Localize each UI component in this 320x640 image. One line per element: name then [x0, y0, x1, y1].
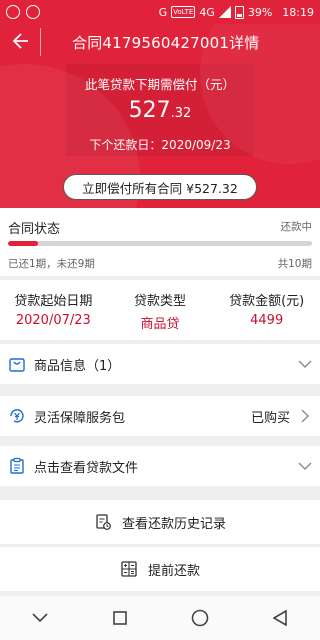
- volte-badge: VoLTE: [171, 6, 196, 18]
- early-repayment-label: 提前还款: [147, 563, 200, 579]
- square-icon: [113, 611, 127, 625]
- battery-percent: 39%: [247, 5, 273, 19]
- loan-info-label: 贷款金额(元): [229, 294, 305, 309]
- repayment-progress-bar: [8, 241, 312, 246]
- back-system-button[interactable]: [268, 606, 292, 630]
- service-package-row[interactable]: 灵活保障服务包 已购买: [0, 396, 320, 436]
- document-clock-icon: [96, 514, 111, 530]
- loan-documents-label: 点击查看贷款文件: [34, 460, 139, 476]
- hide-keyboard-button[interactable]: [28, 606, 52, 630]
- loan-start-date: 贷款起始日期 2020/07/23: [0, 280, 107, 340]
- calculator-icon: [121, 561, 137, 577]
- circle-icon: [191, 609, 209, 627]
- system-navigation-bar: [0, 596, 320, 640]
- status-bar: G VoLTE 4G 39% 18:19: [0, 0, 320, 24]
- service-package-status: 已购买: [250, 410, 290, 426]
- yuan-refresh-icon: [10, 409, 24, 423]
- loan-info-value: 商品贷: [140, 317, 180, 332]
- app-notification-icon: [26, 5, 40, 19]
- page-title: 合同4179560427001详情: [72, 34, 260, 52]
- next-payment-box: 此笔贷款下期需偿付（元） 527.32 下个还款日：2020/09/23: [66, 64, 254, 156]
- pay-all-contracts-button[interactable]: 立即偿付所有合同 ¥527.32: [63, 174, 257, 200]
- carrier-indicator: G: [158, 5, 168, 19]
- next-payment-amount: 527.32: [66, 98, 254, 123]
- status-badge: 还款中: [280, 221, 313, 233]
- loan-amount: 贷款金额(元) 4499: [213, 280, 320, 340]
- next-payment-label: 此笔贷款下期需偿付（元）: [84, 77, 235, 92]
- chevron-right-icon: [301, 409, 309, 423]
- product-info-row[interactable]: 商品信息（1）: [0, 344, 320, 384]
- loan-info-card: 贷款起始日期 2020/07/23 贷款类型 商品贷 贷款金额(元) 4499: [0, 280, 320, 340]
- contract-status-card: 合同状态 还款中 已还1期，未还9期 共10期: [0, 208, 320, 276]
- repayment-progress-fill: [8, 241, 39, 246]
- back-arrow-icon: [12, 33, 28, 49]
- wechat-icon: [6, 5, 20, 19]
- chevron-down-icon: [298, 462, 312, 470]
- nav-divider: [40, 28, 41, 56]
- clock: 18:19: [282, 5, 314, 19]
- loan-info-label: 贷款起始日期: [14, 294, 93, 309]
- product-info-label: 商品信息（1）: [34, 358, 121, 374]
- repayment-history-label: 查看还款历史记录: [121, 516, 226, 532]
- loan-info-value: 2020/07/23: [15, 313, 91, 328]
- repayment-history-button[interactable]: 查看还款历史记录: [0, 500, 320, 544]
- service-package-label: 灵活保障服务包: [34, 410, 126, 426]
- loan-type: 贷款类型 商品贷: [107, 280, 214, 340]
- next-due-date: 2020/09/23: [161, 138, 231, 152]
- signal-icon: [218, 6, 231, 18]
- clipboard-icon: [10, 457, 24, 474]
- loan-info-label: 贷款类型: [134, 294, 187, 309]
- network-indicator: 4G: [199, 5, 215, 19]
- home-button[interactable]: [188, 606, 212, 630]
- back-button[interactable]: [10, 31, 32, 53]
- contract-status-title: 合同状态: [8, 222, 61, 237]
- next-due-label: 下个还款日：: [89, 138, 162, 152]
- recents-button[interactable]: [108, 606, 132, 630]
- chevron-down-icon: [32, 613, 48, 623]
- chevron-down-icon: [298, 360, 312, 368]
- progress-text: 已还1期，未还9期: [8, 258, 95, 270]
- shopping-bag-icon: [9, 358, 25, 372]
- battery-icon: [234, 5, 244, 19]
- loan-info-value: 4499: [250, 313, 284, 328]
- next-due-row: 下个还款日：2020/09/23: [66, 136, 254, 153]
- early-repayment-button[interactable]: 提前还款: [0, 547, 320, 591]
- amount-decimal: .32: [170, 106, 192, 121]
- contract-header: 合同4179560427001详情 此笔贷款下期需偿付（元） 527.32 下个…: [0, 24, 320, 208]
- triangle-back-icon: [273, 610, 287, 626]
- amount-integer: 527: [128, 98, 171, 123]
- loan-documents-row[interactable]: 点击查看贷款文件: [0, 446, 320, 486]
- total-periods: 共10期: [277, 258, 312, 270]
